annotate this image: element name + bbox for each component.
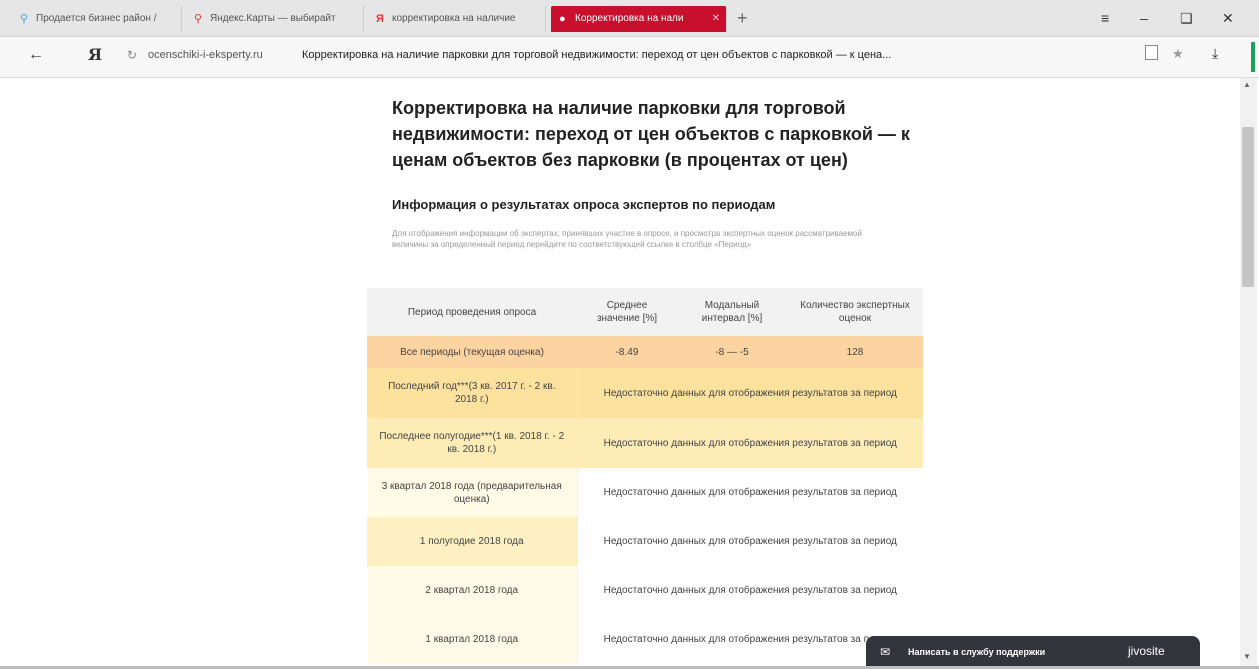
close-icon[interactable]: ✕ bbox=[712, 6, 720, 32]
table-row: Последнее полугодие***(1 кв. 2018 г. - 2… bbox=[367, 418, 923, 468]
yandex-icon: Я bbox=[376, 13, 384, 25]
survey-results-table: Период проведения опроса Среднее значени… bbox=[367, 288, 923, 664]
period-link[interactable]: 1 полугодие 2018 года bbox=[367, 517, 577, 566]
tab-label: Продается бизнес район / bbox=[36, 13, 157, 24]
tab-label: корректировка на наличие bbox=[392, 13, 516, 24]
reader-mode-icon[interactable] bbox=[1145, 45, 1158, 60]
no-data-message: Недостаточно данных для отображения резу… bbox=[576, 517, 923, 566]
header-mean: Среднее значение [%] bbox=[596, 300, 658, 324]
minimize-icon[interactable]: – bbox=[1140, 6, 1148, 30]
table-row: 3 квартал 2018 года (предварительная оце… bbox=[367, 468, 923, 517]
period-link[interactable]: 1 квартал 2018 года bbox=[367, 615, 577, 664]
period-link[interactable]: 2 квартал 2018 года bbox=[367, 566, 577, 615]
header-modal: Модальный интервал [%] bbox=[701, 300, 763, 324]
period-link[interactable]: Последнее полугодие***(1 кв. 2018 г. - 2… bbox=[367, 418, 577, 468]
close-icon[interactable]: ✕ bbox=[1222, 6, 1234, 30]
url-domain[interactable]: ocenschiki-i-eksperty.ru bbox=[148, 49, 263, 61]
info-text: Для отображения информации об экспертах,… bbox=[392, 229, 862, 249]
table-row: 1 квартал 2018 года Недостаточно данных … bbox=[367, 615, 923, 664]
no-data-message: Недостаточно данных для отображения резу… bbox=[576, 368, 923, 418]
plus-icon[interactable]: + bbox=[737, 6, 748, 30]
scrollbar-thumb[interactable] bbox=[1242, 127, 1254, 287]
no-data-message: Недостаточно данных для отображения резу… bbox=[576, 566, 923, 615]
header-period: Период проведения опроса bbox=[407, 306, 537, 318]
modal-interval: -8 — -5 bbox=[715, 346, 749, 358]
table-row: Все периоды (текущая оценка) -8.49 -8 — … bbox=[367, 336, 923, 368]
scroll-down-icon[interactable]: ▼ bbox=[1243, 652, 1251, 661]
dot-icon: ● bbox=[559, 13, 566, 25]
map-pin-icon: ⚲ bbox=[194, 13, 203, 25]
star-icon[interactable]: ★ bbox=[1172, 46, 1184, 62]
menu-icon[interactable]: ≡ bbox=[1101, 6, 1109, 30]
map-pin-icon: ⚲ bbox=[20, 13, 29, 25]
period-link[interactable]: Последний год***(3 кв. 2017 г. - 2 кв. 2… bbox=[367, 368, 577, 418]
chat-label: Написать в службу поддержки bbox=[908, 647, 1046, 657]
tab-active[interactable]: ● Корректировка на нали ✕ bbox=[551, 6, 727, 32]
browser-logo[interactable]: Я bbox=[88, 45, 102, 64]
period-link[interactable]: Все периоды (текущая оценка) bbox=[367, 336, 577, 368]
scroll-up-icon[interactable]: ▲ bbox=[1243, 80, 1251, 89]
tab-2[interactable]: ⚲ Яндекс.Карты — выбирайт bbox=[186, 6, 364, 32]
table-header-row: Период проведения опроса Среднее значени… bbox=[367, 288, 923, 336]
tab-label: Корректировка на нали bbox=[575, 13, 684, 24]
page-title: Корректировка на наличие парковки для то… bbox=[392, 98, 910, 170]
estimates-count: 128 bbox=[846, 346, 864, 358]
table-row: 2 квартал 2018 года Недостаточно данных … bbox=[367, 566, 923, 615]
section-heading: Информация о результатах опроса эксперто… bbox=[392, 197, 776, 212]
no-data-message: Недостаточно данных для отображения резу… bbox=[576, 418, 923, 468]
url-page-title[interactable]: Корректировка на наличие парковки для то… bbox=[302, 49, 891, 61]
tab-strip: ⚲ Продается бизнес район / ⚲ Яндекс.Карт… bbox=[0, 0, 1259, 37]
mail-icon: ✉ bbox=[880, 645, 891, 659]
tab-label: Яндекс.Карты — выбирайт bbox=[210, 13, 336, 24]
arrow-left-icon[interactable]: ← bbox=[28, 46, 44, 64]
tab-1[interactable]: ⚲ Продается бизнес район / bbox=[12, 6, 182, 32]
tab-3[interactable]: Я корректировка на наличие bbox=[368, 6, 546, 32]
reload-icon[interactable]: ↻ bbox=[127, 48, 137, 62]
side-panel-indicator bbox=[1251, 42, 1255, 72]
table-row: Последний год***(3 кв. 2017 г. - 2 кв. 2… bbox=[367, 368, 923, 418]
header-count: Количество экспертных оценок bbox=[800, 300, 910, 324]
mean-value: -8.49 bbox=[615, 346, 639, 358]
table-row: 1 полугодие 2018 года Недостаточно данны… bbox=[367, 517, 923, 566]
no-data-message: Недостаточно данных для отображения резу… bbox=[576, 468, 923, 517]
period-link[interactable]: 3 квартал 2018 года (предварительная оце… bbox=[367, 468, 577, 517]
support-chat-button[interactable]: ✉ Написать в службу поддержки jivosite bbox=[866, 636, 1200, 669]
address-bar: ← Я ↻ ocenschiki-i-eksperty.ru Корректир… bbox=[0, 37, 1259, 78]
jivosite-logo: jivosite bbox=[1128, 644, 1165, 658]
download-icon[interactable]: ⤓ bbox=[1212, 45, 1218, 62]
restore-icon[interactable]: ❏ bbox=[1180, 6, 1193, 30]
